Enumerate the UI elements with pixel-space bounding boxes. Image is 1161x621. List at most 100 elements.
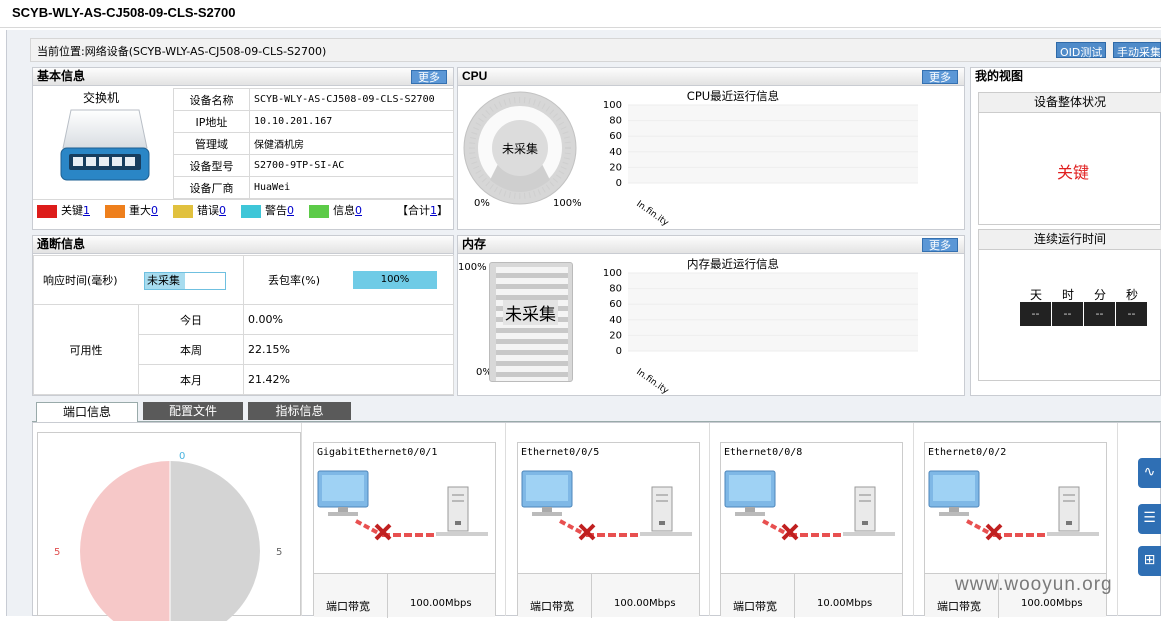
port-name: Ethernet0/0/2 <box>928 447 1007 458</box>
plot-area <box>628 105 918 183</box>
oid-test-button[interactable]: OID测试 <box>1056 42 1107 59</box>
reachability-panel: 通断信息 响应时间(毫秒) 未采集 丢包率(%) 100% 可用性 今日 0.0… <box>32 235 454 396</box>
overall-status-box: 设备整体状况 关键 <box>978 92 1161 225</box>
basic-field-value: S2700-9TP-SI-AC <box>249 154 454 177</box>
port-name: GigabitEthernet0/0/1 <box>317 447 438 458</box>
severity-item: 重大0 <box>105 202 158 218</box>
y-tick-label: 40 <box>609 315 622 326</box>
panel-title-memory: 内存 <box>458 236 964 254</box>
basic-field-label: IP地址 <box>173 110 250 133</box>
severity-total: 【合计1】 <box>397 202 448 218</box>
computer-icon <box>724 470 776 516</box>
breadcrumb: 当前位置:网络设备(SCYB-WLY-AS-CJ508-09-CLS-S2700… <box>30 38 1161 62</box>
my-view-panel: 我的视图 设备整体状况 关键 连续运行时间 天时分秒 -- -- -- -- <box>970 67 1161 396</box>
y-tick-label: 100 <box>603 268 622 279</box>
uptime-unit: 分 <box>1093 288 1106 302</box>
bandwidth-value: 100.00Mbps <box>614 598 676 609</box>
panel-title-basic: 基本信息 <box>33 68 453 86</box>
panel-title-cpu: CPU <box>458 68 964 86</box>
bandwidth-label: 端口带宽 <box>733 600 777 613</box>
traffic-chart-icon[interactable]: ∿ <box>1138 458 1161 488</box>
total-close: 】 <box>437 204 448 217</box>
panel-title-reach: 通断信息 <box>33 236 453 254</box>
basic-field-value: 保健酒机房 <box>249 132 454 155</box>
cpu-gauge-text: 未采集 <box>502 142 539 156</box>
severity-label: 关键 <box>61 204 83 217</box>
total-count-link[interactable]: 1 <box>430 204 437 217</box>
port-card[interactable]: GigabitEthernet0/0/1 端口带宽 100.00Mbps <box>313 442 496 618</box>
chart-svg: 0 20 40 60 80 100 CPU最近运行信息 In.fin.ity <box>603 89 918 229</box>
tab-config-file[interactable]: 配置文件 <box>143 402 243 420</box>
uptime-values: -- -- -- -- <box>1020 302 1161 326</box>
avail-value: 22.15% <box>243 334 454 365</box>
avail-period: 本月 <box>138 364 244 395</box>
avail-period: 今日 <box>138 304 244 335</box>
pie-right-label: 5 <box>276 547 283 558</box>
severity-label: 信息 <box>333 204 355 217</box>
avail-value: 21.42% <box>243 364 454 395</box>
y-tick-label: 40 <box>609 147 622 158</box>
y-tick-label: 80 <box>609 116 622 127</box>
tab-port-info[interactable]: 端口信息 <box>36 402 138 423</box>
severity-count-link[interactable]: 1 <box>83 204 90 217</box>
severity-color-icon <box>37 204 57 218</box>
port-bandwidth-row: 端口带宽 10.00Mbps <box>721 573 902 618</box>
y-tick-label: 0 <box>616 346 622 357</box>
cpu-history-chart: 0 20 40 60 80 100 CPU最近运行信息 In.fin.ity <box>588 88 964 229</box>
computer-icon <box>928 470 980 516</box>
uptime-value: -- <box>1052 302 1083 326</box>
cpu-gauge-max: 100% <box>553 198 582 209</box>
memory-more-button[interactable]: 更多 <box>922 238 958 252</box>
port-link-diagram <box>724 470 895 541</box>
switch-icon <box>60 109 150 181</box>
y-tick-label: 20 <box>609 162 622 173</box>
server-icon <box>640 486 692 536</box>
chart-title: 内存最近运行信息 <box>687 257 779 271</box>
chart-title: CPU最近运行信息 <box>687 89 779 103</box>
memory-panel: 内存 更多 100% 0% 未采集 0 20 40 60 80 100 内存最近运行信息 In… <box>457 235 965 397</box>
basic-field-label: 设备厂商 <box>173 176 250 199</box>
uptime-box: 连续运行时间 天时分秒 -- -- -- -- <box>978 229 1161 381</box>
uptime-unit: 天 <box>1029 288 1042 302</box>
port-card[interactable]: Ethernet0/0/8 端口带宽 10.00Mbps <box>720 442 903 618</box>
basic-more-button[interactable]: 更多 <box>411 70 447 84</box>
port-card[interactable]: Ethernet0/0/5 端口带宽 100.00Mbps <box>517 442 700 618</box>
pie-top-label: 0 <box>179 451 186 462</box>
basic-field-label: 设备型号 <box>173 154 250 177</box>
basic-field-label: 管理域 <box>173 132 250 155</box>
memory-bar-text: 未采集 <box>503 300 558 325</box>
x-axis-label: In.fin.ity <box>634 199 670 228</box>
severity-label: 重大 <box>129 204 151 217</box>
bandwidth-label: 端口带宽 <box>937 600 981 613</box>
severity-item: 错误0 <box>173 202 226 218</box>
total-label: 【合计 <box>397 204 430 217</box>
computer-icon <box>317 470 369 516</box>
port-link-diagram <box>317 470 488 541</box>
severity-color-icon <box>105 204 125 218</box>
server-icon <box>436 486 488 536</box>
device-type-label: 交换机 <box>83 91 120 105</box>
port-link-diagram <box>928 470 1099 541</box>
uptime-value: -- <box>1116 302 1147 326</box>
manual-collect-button[interactable]: 手动采集 <box>1113 42 1161 58</box>
list-view-icon[interactable]: ☰ <box>1138 504 1161 534</box>
basic-field-value: 10.10.201.167 <box>249 110 454 133</box>
pie-left-label: 5 <box>54 547 61 558</box>
server-icon <box>843 486 895 536</box>
y-tick-label: 0 <box>616 178 622 189</box>
response-time-value: 未采集 <box>144 272 226 290</box>
severity-count-link[interactable]: 0 <box>287 204 294 217</box>
y-tick-label: 60 <box>609 299 622 310</box>
severity-count-link[interactable]: 0 <box>151 204 158 217</box>
port-name: Ethernet0/0/5 <box>521 447 600 458</box>
topology-icon[interactable]: ⊞ <box>1138 546 1161 576</box>
panel-title-myview: 我的视图 <box>971 68 1160 86</box>
severity-count-link[interactable]: 0 <box>355 204 362 217</box>
severity-count-link[interactable]: 0 <box>219 204 226 217</box>
basic-info-table: 设备名称 SCYB-WLY-AS-CJ508-09-CLS-S2700 IP地址 10… <box>173 88 454 199</box>
memory-top-label: 100% <box>458 262 487 273</box>
tab-metrics[interactable]: 指标信息 <box>248 402 351 420</box>
severity-color-icon <box>173 204 193 218</box>
computer-icon <box>521 470 573 516</box>
cpu-more-button[interactable]: 更多 <box>922 70 958 84</box>
